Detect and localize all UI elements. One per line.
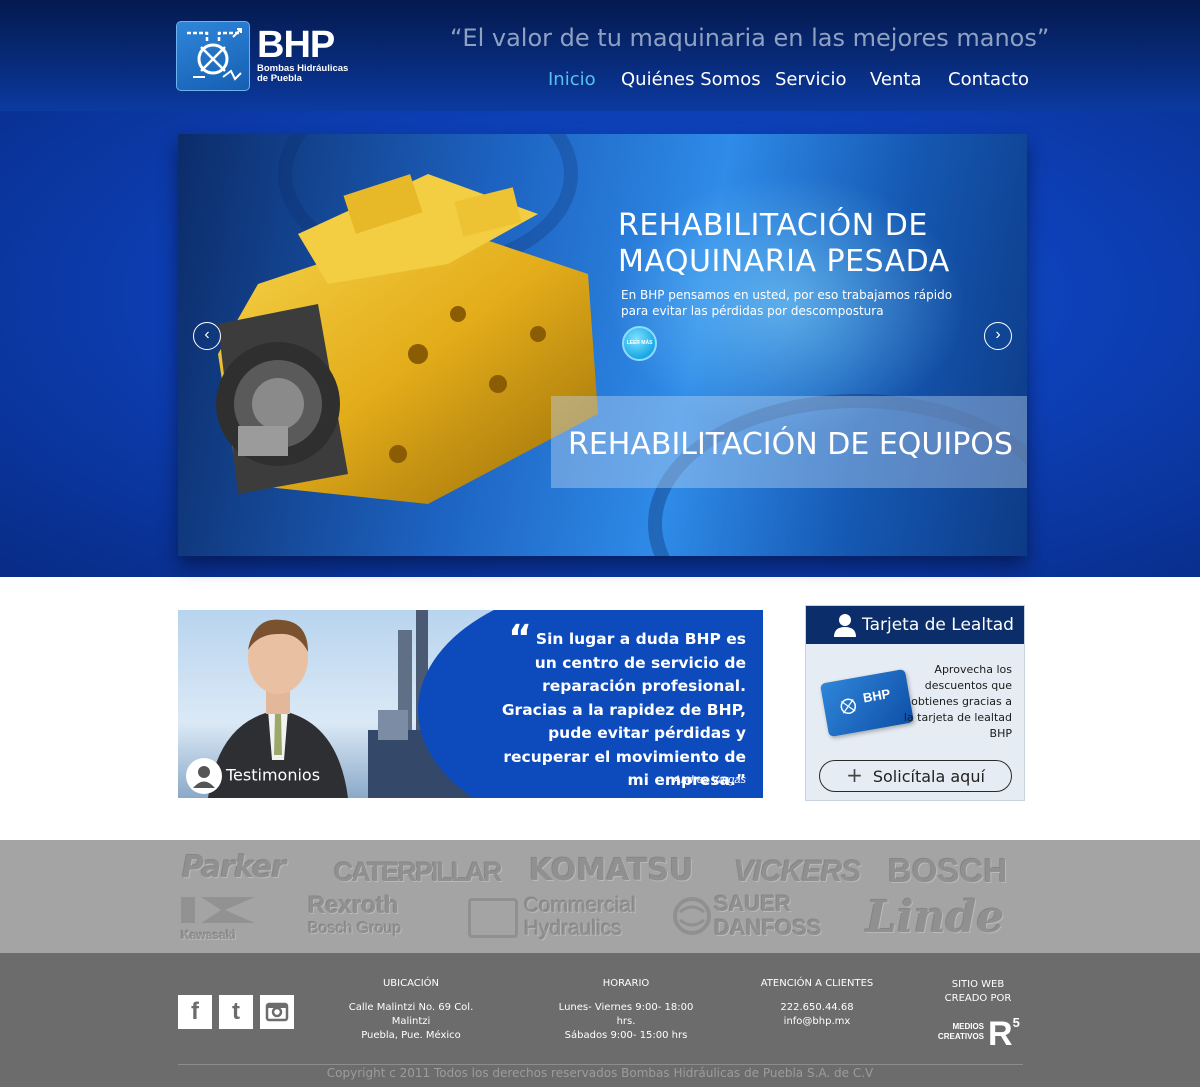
pump-symbol-icon [840,698,857,715]
site-header: BHP Bombas Hidráulicas de Puebla “El val… [0,0,1200,111]
site-footer: f t UBICACIÓN Calle Malintzi No. 69 Col.… [0,953,1200,1087]
user-icon [186,758,222,794]
testimonial-box[interactable]: “Sin lugar a duda BHP es un centro de se… [178,610,763,798]
kawasaki-mark-icon [181,897,255,923]
danfoss-label: DANFOSS [714,915,822,940]
testimonials-label[interactable]: Testimonios [186,758,320,794]
main-nav: Inicio Quiénes Somos Servicio Venta Cont… [0,69,1200,95]
banner-text: REHABILITACIÓN DE EQUIPOS [568,427,1013,462]
credit-line2: CREADO POR [944,993,1012,1004]
footer-ubicacion: UBICACIÓN Calle Malintzi No. 69 Col. Mal… [330,978,492,1043]
bosch-logo: BOSCH [888,852,1008,889]
request-card-label: Solicítala aquí [872,767,985,786]
hydraulics-label: Hydraulics [524,917,623,940]
nav-venta[interactable]: Venta [870,69,922,90]
brands-strip: Parker CATERPILLAR KOMATSU VICKERS BOSCH… [0,840,1200,953]
rexroth-logo: Rexroth [308,892,399,919]
ubicacion-line2: Puebla, Pue. México [361,1030,461,1041]
horario-line1: Lunes- Viernes 9:00- 18:00 hrs. [558,1002,694,1027]
komatsu-logo: KOMATSU [529,853,694,888]
ubicacion-title: UBICACIÓN [382,978,440,989]
footer-credit: SITIO WEB CREADO POR [936,978,1020,1006]
loyalty-card-image: BHP [819,668,915,738]
horario-title: HORARIO [602,978,650,989]
sauer-danfoss-icon [673,897,711,935]
atencion-title: ATENCIÓN A CLIENTES [760,978,874,989]
footer-atencion: ATENCIÓN A CLIENTES 222.650.44.68 info@b… [756,978,878,1029]
credit-brand2: CREATIVOS [937,1032,984,1041]
credit-line1: SITIO WEB [951,979,1005,990]
kawasaki-label: Kawasaki [181,928,236,942]
rexroth-subtitle: Bosch Group [308,920,402,937]
testimonial-author: Andres Vargas [673,774,746,786]
chevron-left-icon[interactable]: ‹ [193,322,221,350]
card-label: BHP [861,685,892,706]
request-card-button[interactable]: + Solicítala aquí [819,760,1012,792]
copyright: Copyright c 2011 Todos los derechos rese… [326,1066,874,1080]
hero-section: REHABILITACIÓN DE MAQUINARIA PESADA En B… [0,111,1200,577]
vickers-logo: VICKERS [734,855,861,888]
plus-icon: + [846,763,863,787]
nav-inicio[interactable]: Inicio [548,69,596,90]
phone-number: 222.650.44.68 [780,1002,854,1013]
loyalty-description: Aprovecha los descuentos que obtienes gr… [903,663,1012,740]
linde-logo: Linde [866,892,1005,943]
nav-quienes-somos[interactable]: Quiénes Somos [621,69,761,90]
footer-divider [178,1064,1023,1065]
email-link[interactable]: info@bhp.mx [756,1015,878,1029]
slide-title-line2: MAQUINARIA PESADA [618,244,950,279]
loyalty-title: Tarjeta de Lealtad [862,615,1014,635]
slide-description: En BHP pensamos en usted, por eso trabaj… [621,288,953,318]
loyalty-header: Tarjeta de Lealtad [806,606,1024,644]
horario-line2: Sábados 9:00- 15:00 hrs [564,1030,688,1041]
facebook-icon[interactable]: f [178,995,212,1029]
slide-title: REHABILITACIÓN DE MAQUINARIA PESADA [618,208,950,280]
testimonials-label-text: Testimonios [226,765,321,785]
caterpillar-logo: CATERPILLAR [334,857,502,887]
footer-horario: HORARIO Lunes- Viernes 9:00- 18:00 hrs. … [548,978,704,1043]
testimonial-quote-text: Sin lugar a duda BHP es un centro de ser… [501,630,746,789]
logo-title: BHP [257,24,335,66]
commercial-hydraulics-icon [468,898,518,938]
hero-slide: REHABILITACIÓN DE MAQUINARIA PESADA En B… [178,134,1027,556]
user-icon [834,614,856,637]
r5-superscript: 5 [1012,1015,1020,1030]
r5-logo-mark: R5 [988,1006,1020,1051]
ubicacion-line1: Calle Malintzi No. 69 Col. Malintzi [348,1002,474,1027]
twitter-icon[interactable]: t [219,995,253,1029]
nav-servicio[interactable]: Servicio [775,69,846,90]
hydraulic-pump-image [216,174,598,504]
sauer-label: SAUER [714,891,792,916]
chevron-right-icon[interactable]: › [984,322,1012,350]
slogan: “El valor de tu maquinaria en las mejore… [450,24,1050,52]
nav-contacto[interactable]: Contacto [948,69,1029,90]
slide-title-line1: REHABILITACIÓN DE [618,208,928,243]
quote-icon: “ [508,618,532,659]
kawasaki-logo: Kawasaki [181,897,255,942]
r5-letter: R [988,1015,1013,1053]
read-more-button[interactable]: LEER MÁS [622,326,657,361]
loyalty-card-box: Tarjeta de Lealtad BHP Aprovecha los des… [805,605,1025,801]
testimonial-quote: “Sin lugar a duda BHP es un centro de se… [488,621,746,793]
credit-brand1: MEDIOS [952,1022,984,1031]
parker-logo: Parker [182,850,286,885]
instagram-icon[interactable] [260,995,294,1029]
commercial-label: Commercial [524,894,637,917]
medios-creativos-text: MEDIOS CREATIVOS [934,1022,984,1042]
